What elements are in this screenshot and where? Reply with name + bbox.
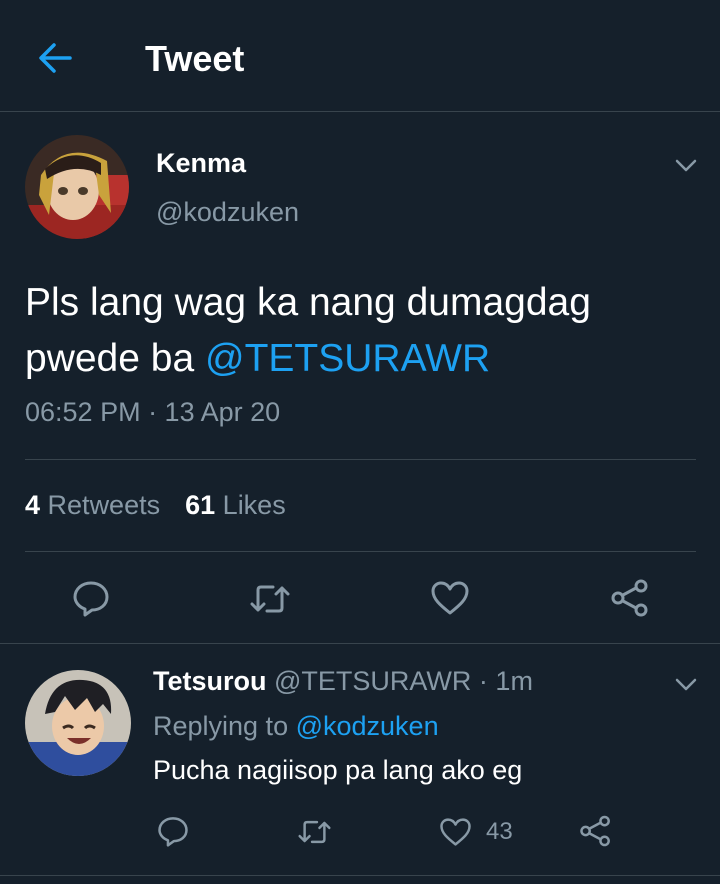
divider xyxy=(25,551,696,552)
reply-reply-button[interactable] xyxy=(157,815,189,847)
replying-to-label: Replying to xyxy=(153,711,296,741)
top-app-bar: Tweet xyxy=(0,0,720,112)
reply-time[interactable]: 1m xyxy=(495,666,533,696)
reply-avatar[interactable] xyxy=(25,670,131,776)
separator: · xyxy=(471,666,496,696)
back-button[interactable] xyxy=(34,38,78,78)
author-name[interactable]: Kenma xyxy=(156,148,246,179)
retweets-label: Retweets xyxy=(47,490,161,520)
likes-stat[interactable]: 61 Likes xyxy=(185,490,286,520)
tweet-timestamp[interactable]: 06:52 PM · 13 Apr 20 xyxy=(25,397,280,428)
retweet-icon xyxy=(250,585,290,613)
share-button[interactable] xyxy=(610,579,650,617)
page-title: Tweet xyxy=(145,38,245,79)
retweet-button[interactable] xyxy=(249,582,291,616)
share-icon xyxy=(580,815,610,847)
arrow-left-icon xyxy=(39,43,72,73)
reply-header: Tetsurou @TETSURAWR · 1m xyxy=(153,666,533,697)
divider xyxy=(25,459,696,460)
reply-icon xyxy=(73,581,109,617)
reply-text: Pucha nagiisop pa lang ako eg xyxy=(153,755,523,785)
reply-like-count: 43 xyxy=(486,818,513,845)
retweets-stat[interactable]: 4 Retweets xyxy=(25,490,160,520)
reply-icon xyxy=(158,817,188,847)
likes-count: 61 xyxy=(185,490,216,520)
tweet-text: Pls lang wag ka nang dumagdag pwede ba @… xyxy=(25,275,695,387)
mention-link[interactable]: @TETSURAWR xyxy=(205,337,490,380)
replying-to: Replying to @kodzuken xyxy=(153,711,439,742)
reply-share-button[interactable] xyxy=(579,815,612,847)
like-icon xyxy=(440,818,471,846)
chevron-down-icon xyxy=(675,159,697,172)
divider xyxy=(0,875,720,876)
engagement-stats: 4 Retweets 61 Likes xyxy=(25,490,286,521)
chevron-down-icon xyxy=(675,678,697,691)
reply-like-button[interactable] xyxy=(439,817,472,847)
like-button[interactable] xyxy=(430,580,470,616)
retweet-icon xyxy=(298,820,331,844)
likes-label: Likes xyxy=(222,490,286,520)
tweet-menu-button[interactable] xyxy=(673,155,699,175)
like-icon xyxy=(431,581,469,615)
share-icon xyxy=(611,579,648,617)
author-handle[interactable]: @kodzuken xyxy=(156,197,299,228)
reply-retweet-button[interactable] xyxy=(297,818,332,846)
replying-to-handle[interactable]: @kodzuken xyxy=(296,711,439,741)
reply-menu-button[interactable] xyxy=(673,674,699,694)
divider xyxy=(0,643,720,644)
reply-button[interactable] xyxy=(72,579,110,617)
reply-author-handle[interactable]: @TETSURAWR xyxy=(274,666,471,696)
avatar[interactable] xyxy=(25,135,129,239)
reply-author-name[interactable]: Tetsurou xyxy=(153,666,267,696)
retweets-count: 4 xyxy=(25,490,41,520)
